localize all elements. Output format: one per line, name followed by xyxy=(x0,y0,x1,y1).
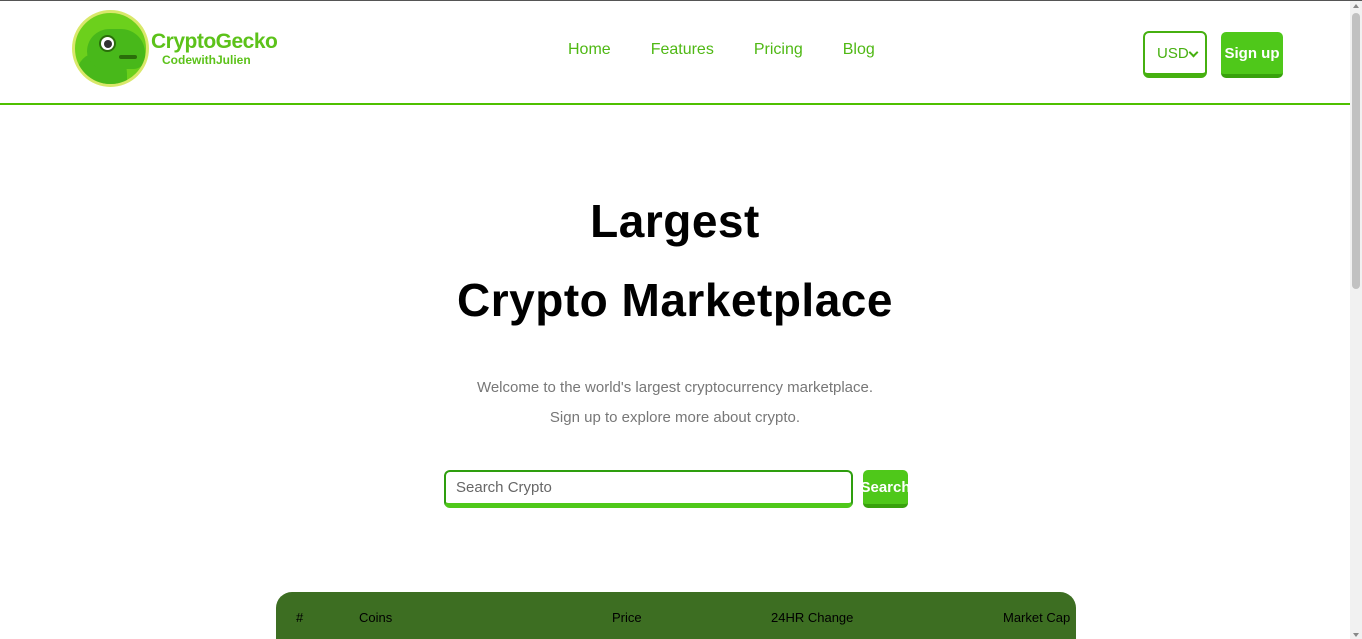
nav-features[interactable]: Features xyxy=(651,41,714,59)
gecko-pupil xyxy=(104,40,112,48)
column-header-24hr-change: 24HR Change xyxy=(771,610,854,625)
hero-title-line2: Crypto Marketplace xyxy=(457,274,893,326)
hero-title-line1: Largest xyxy=(590,195,760,247)
search-input[interactable] xyxy=(444,470,853,508)
nav-blog[interactable]: Blog xyxy=(843,41,875,59)
column-header-coins: Coins xyxy=(359,610,393,625)
currency-select[interactable]: USD xyxy=(1143,31,1207,78)
gecko-mouth xyxy=(119,55,137,59)
brand-title: CryptoGecko xyxy=(151,30,278,53)
gecko-eye xyxy=(99,35,116,52)
nav-home[interactable]: Home xyxy=(568,41,611,59)
scroll-down-icon[interactable] xyxy=(1353,633,1359,637)
page-scrollbar[interactable] xyxy=(1350,1,1362,639)
brand-subtitle: CodewithJulien xyxy=(162,53,251,67)
column-header-price: Price xyxy=(612,610,642,625)
site-header: CryptoGecko CodewithJulien Home Features… xyxy=(0,1,1350,105)
column-header-market-cap: Market Cap xyxy=(1003,610,1071,625)
scroll-thumb[interactable] xyxy=(1352,13,1360,289)
gecko-head xyxy=(87,29,145,69)
currency-selected: USD xyxy=(1157,44,1189,62)
signup-button[interactable]: Sign up xyxy=(1221,32,1283,78)
column-header-rank: # xyxy=(296,610,304,625)
nav-pricing[interactable]: Pricing xyxy=(754,41,803,59)
gecko-logo-icon xyxy=(72,10,149,87)
search-button[interactable]: Search xyxy=(860,470,911,508)
chevron-down-icon xyxy=(1188,47,1199,58)
hero-description: Welcome to the world's largest cryptocur… xyxy=(476,379,874,426)
scroll-up-icon[interactable] xyxy=(1353,4,1359,8)
main-nav: Home Features Pricing Blog xyxy=(568,41,915,59)
coin-table-header: # Coins Price 24HR Change Market Cap xyxy=(276,592,1076,639)
brand-logo[interactable]: CryptoGecko CodewithJulien xyxy=(72,10,278,90)
